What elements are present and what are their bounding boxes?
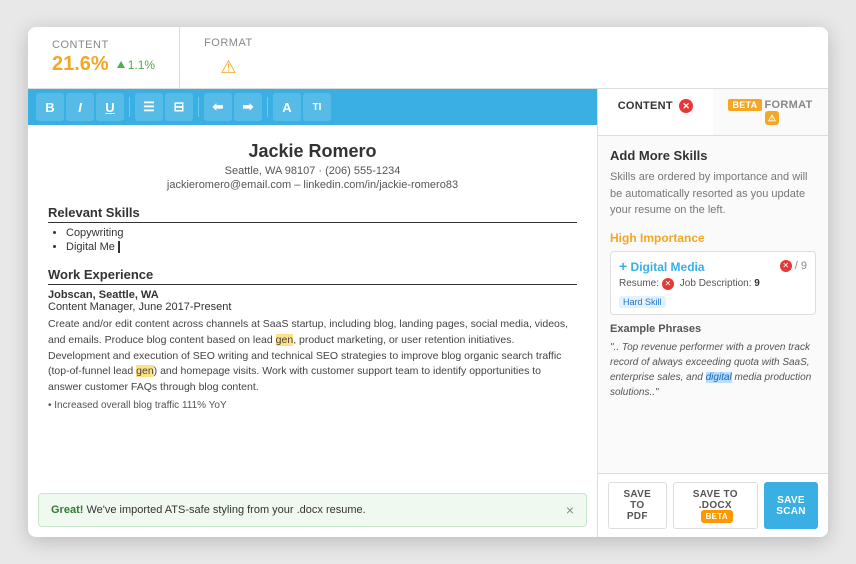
save-docx-label: SAVE TO .DOCX <box>693 489 738 511</box>
toast-message: We've imported ATS-safe styling from you… <box>86 504 365 516</box>
toast-bold: Great! <box>51 504 83 516</box>
plus-icon: + <box>619 258 627 274</box>
job-desc-label: Job Description: 9 <box>680 278 760 290</box>
change-value: 1.1% <box>128 58 155 72</box>
beta-badge: BETA <box>728 99 761 111</box>
skills-list: Copywriting Digital Me <box>48 227 577 253</box>
resume-panel: B I U ☰ ⊟ ⬅ ➡ A TI Jackie Romero Seattle… <box>28 89 598 537</box>
arrow-up-icon <box>117 61 125 68</box>
bottom-bar: SAVE TO PDF SAVE TO .DOCX BETA SAVE SCAN <box>598 473 828 537</box>
content-value: 21.6% <box>52 53 109 76</box>
job-bullet: • Increased overall blog traffic 111% Yo… <box>48 400 577 411</box>
save-to-docx-button[interactable]: SAVE TO .DOCX BETA <box>673 482 758 529</box>
job-title: Content Manager, June 2017-Present <box>48 301 577 313</box>
tab-format-label: BETAFORMAT ⚠ <box>728 99 812 124</box>
resume-contact-1: Seattle, WA 98107 · (206) 555-1234 <box>48 165 577 177</box>
format-label: FORMAT <box>204 37 253 49</box>
job-company: Jobscan, Seattle, WA <box>48 289 577 301</box>
main-area: B I U ☰ ⊟ ⬅ ➡ A TI Jackie Romero Seattle… <box>28 89 828 537</box>
save-to-pdf-button[interactable]: SAVE TO PDF <box>608 482 667 529</box>
hard-skill-tag: Hard Skill <box>619 296 666 308</box>
job-desc-score: 9 <box>754 278 760 289</box>
align-center-button[interactable]: ➡ <box>234 93 262 121</box>
score-denominator: / 9 <box>795 260 807 272</box>
toolbar-sep-1 <box>129 97 130 117</box>
skills-title: Relevant Skills <box>48 205 577 223</box>
resume-label: Resume: ✕ <box>619 278 674 290</box>
toast-notification: Great! We've imported ATS-safe styling f… <box>38 493 587 527</box>
skill-detail: Resume: ✕ Job Description: 9 Hard Skill <box>619 278 807 308</box>
right-tabs: CONTENT ✕ BETAFORMAT ⚠ <box>598 89 828 136</box>
highlight-gen2: gen <box>136 365 154 377</box>
content-change: 1.1% <box>117 58 155 72</box>
resume-x-icon: ✕ <box>662 278 674 290</box>
skill-item-digital: Digital Me <box>66 241 577 253</box>
add-skills-desc: Skills are ordered by importance and wil… <box>610 169 816 219</box>
font-size-button[interactable]: TI <box>303 93 331 121</box>
beta-label: BETA <box>701 510 733 523</box>
toolbar-sep-2 <box>198 97 199 117</box>
skill-name: Digital Media <box>631 260 705 274</box>
content-tab-x-icon: ✕ <box>679 99 693 113</box>
job-description: Create and/or edit content across channe… <box>48 317 577 396</box>
skill-score: ✕ / 9 <box>780 260 807 272</box>
importance-label: High Importance <box>610 231 816 245</box>
add-skills-title: Add More Skills <box>610 148 816 163</box>
job-desc-text: Job Description: <box>680 278 752 289</box>
format-stats: FORMAT ⚠ <box>179 27 277 88</box>
save-scan-button[interactable]: SAVE SCAN <box>764 482 818 529</box>
resume-content[interactable]: Jackie Romero Seattle, WA 98107 · (206) … <box>28 125 597 537</box>
formatting-toolbar: B I U ☰ ⊟ ⬅ ➡ A TI <box>28 89 597 125</box>
example-phrase: ".. Top revenue performer with a proven … <box>610 340 816 400</box>
skill-digital-media: + Digital Media ✕ / 9 Resume: ✕ <box>610 251 816 315</box>
bold-button[interactable]: B <box>36 93 64 121</box>
content-stats: CONTENT 21.6% 1.1% <box>28 27 179 88</box>
main-window: CONTENT 21.6% 1.1% FORMAT ⚠ B I U ☰ <box>28 27 828 537</box>
skill-add-icon: + Digital Media <box>619 258 705 274</box>
right-panel: CONTENT ✕ BETAFORMAT ⚠ Add More Skills S… <box>598 89 828 537</box>
tab-content[interactable]: CONTENT ✕ <box>598 89 713 135</box>
example-phrases-title: Example Phrases <box>610 323 816 335</box>
unordered-list-button[interactable]: ☰ <box>135 93 163 121</box>
toolbar-sep-3 <box>267 97 268 117</box>
format-tab-warn-icon: ⚠ <box>765 111 779 125</box>
skill-x-icon: ✕ <box>780 260 792 272</box>
tab-format[interactable]: BETAFORMAT ⚠ <box>713 89 828 135</box>
italic-button[interactable]: I <box>66 93 94 121</box>
content-label: CONTENT <box>52 39 109 51</box>
stats-bar: CONTENT 21.6% 1.1% FORMAT ⚠ <box>28 27 828 89</box>
underline-button[interactable]: U <box>96 93 124 121</box>
toast-close-button[interactable]: × <box>566 502 574 518</box>
resume-name: Jackie Romero <box>48 141 577 162</box>
toast-text: Great! We've imported ATS-safe styling f… <box>51 504 366 516</box>
skill-item-copywriting: Copywriting <box>66 227 577 239</box>
highlight-gen: gen <box>276 334 294 346</box>
align-left-button[interactable]: ⬅ <box>204 93 232 121</box>
resume-text: Resume: <box>619 278 659 289</box>
skill-header: + Digital Media ✕ / 9 <box>619 258 807 274</box>
right-content: Add More Skills Skills are ordered by im… <box>598 136 828 473</box>
work-title: Work Experience <box>48 267 577 285</box>
tab-content-label: CONTENT <box>618 100 673 112</box>
ordered-list-button[interactable]: ⊟ <box>165 93 193 121</box>
phrase-highlight-digital: digital <box>706 372 732 383</box>
font-color-button[interactable]: A <box>273 93 301 121</box>
resume-contact-2: jackieromero@email.com – linkedin.com/in… <box>48 179 577 191</box>
warning-icon: ⚠ <box>220 57 236 78</box>
